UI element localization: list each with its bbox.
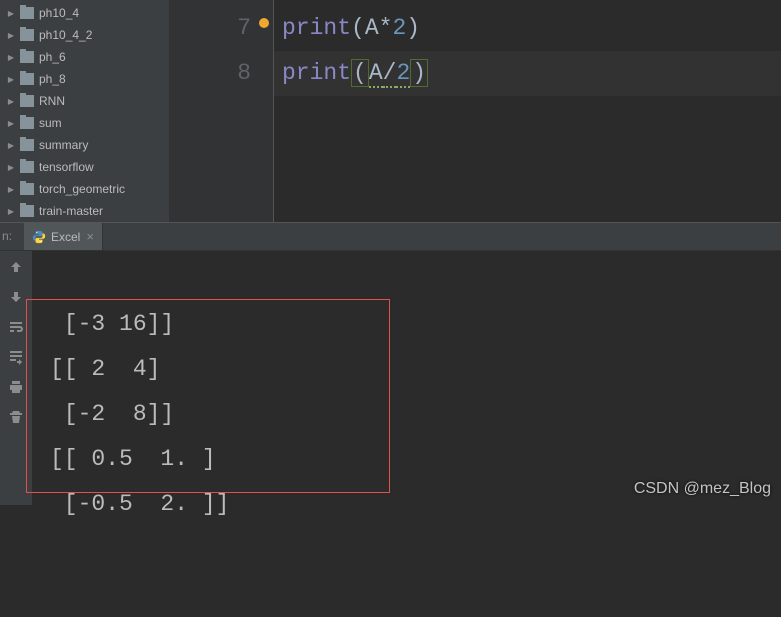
tree-item-label: torch_geometric — [39, 182, 125, 196]
scroll-to-end-icon[interactable] — [6, 347, 26, 367]
tree-item-label: summary — [39, 138, 88, 152]
tree-item[interactable]: ▶ summary — [0, 134, 169, 156]
tree-item-label: ph10_4 — [39, 6, 79, 20]
output-line: [[ 0.5 1. ] — [50, 446, 216, 472]
chevron-right-icon: ▶ — [6, 74, 16, 84]
tree-item-label: ph10_4_2 — [39, 28, 92, 42]
token-op: / — [383, 60, 397, 88]
tree-item-label: tensorflow — [39, 160, 94, 174]
tree-item-label: train-master — [39, 204, 103, 218]
tree-item-label: sum — [39, 116, 62, 130]
tree-item-label: ph_6 — [39, 50, 66, 64]
lightbulb-icon[interactable] — [259, 18, 269, 28]
console-toolbar — [0, 251, 32, 505]
code-editor[interactable]: 7 8 print(A*2) print(A/2) — [170, 0, 781, 222]
watermark: CSDN @mez_Blog — [634, 480, 771, 498]
output-line: [-2 8]] — [50, 401, 174, 427]
tree-item[interactable]: ▶ sum — [0, 112, 169, 134]
folder-icon — [20, 73, 34, 85]
line-number: 8 — [237, 60, 251, 86]
tree-item[interactable]: ▶ ph10_4 — [0, 2, 169, 24]
token-var: A — [369, 60, 383, 88]
folder-icon — [20, 183, 34, 195]
token-num: 2 — [396, 60, 410, 88]
output-line: [-3 16]] — [50, 311, 174, 337]
console-tab-label: Excel — [51, 230, 80, 244]
tree-item[interactable]: ▶ train-master — [0, 200, 169, 222]
tree-item-label: ph_8 — [39, 72, 66, 86]
chevron-right-icon: ▶ — [6, 162, 16, 172]
folder-icon — [20, 161, 34, 173]
chevron-right-icon: ▶ — [6, 8, 16, 18]
token-paren: ( — [351, 59, 369, 87]
folder-icon — [20, 117, 34, 129]
close-icon[interactable]: × — [86, 229, 94, 244]
folder-icon — [20, 7, 34, 19]
folder-icon — [20, 205, 34, 217]
chevron-right-icon: ▶ — [6, 96, 16, 106]
console-tabs: Excel × — [0, 223, 781, 251]
python-icon — [32, 230, 46, 244]
tree-item[interactable]: ▶ ph_8 — [0, 68, 169, 90]
token-paren: ( — [351, 15, 365, 41]
tree-item[interactable]: ▶ torch_geometric — [0, 178, 169, 200]
chevron-right-icon: ▶ — [6, 118, 16, 128]
output-line: [-0.5 2. ]] — [50, 491, 229, 517]
chevron-right-icon: ▶ — [6, 184, 16, 194]
chevron-right-icon: ▶ — [6, 52, 16, 62]
folder-icon — [20, 139, 34, 151]
run-tool-window: n: Excel × [-3 16]] [[ 2 4] [-2 8]] [[ 0… — [0, 222, 781, 504]
token-paren: ) — [406, 15, 420, 41]
console-output[interactable]: [-3 16]] [[ 2 4] [-2 8]] [[ 0.5 1. ] [-0… — [32, 251, 781, 505]
tree-item[interactable]: ▶ RNN — [0, 90, 169, 112]
tree-item[interactable]: ▶ tensorflow — [0, 156, 169, 178]
up-arrow-icon[interactable] — [6, 257, 26, 277]
output-line: [[ 2 4] — [50, 356, 160, 382]
console-tab[interactable]: Excel × — [24, 223, 103, 250]
soft-wrap-icon[interactable] — [6, 317, 26, 337]
folder-icon — [20, 95, 34, 107]
code-area[interactable]: print(A*2) print(A/2) — [274, 0, 781, 222]
run-label: n: — [2, 229, 12, 243]
chevron-right-icon: ▶ — [6, 206, 16, 216]
token-function: print — [282, 60, 351, 86]
token-num: 2 — [392, 15, 406, 41]
trash-icon[interactable] — [6, 407, 26, 427]
code-line[interactable]: print(A*2) — [274, 6, 781, 51]
down-arrow-icon[interactable] — [6, 287, 26, 307]
line-gutter: 7 8 — [170, 0, 274, 222]
token-var: A — [365, 15, 379, 41]
chevron-right-icon: ▶ — [6, 30, 16, 40]
token-function: print — [282, 15, 351, 41]
code-line[interactable]: print(A/2) — [274, 51, 781, 96]
print-icon[interactable] — [6, 377, 26, 397]
line-number: 7 — [237, 15, 251, 41]
tree-item[interactable]: ▶ ph10_4_2 — [0, 24, 169, 46]
folder-icon — [20, 29, 34, 41]
chevron-right-icon: ▶ — [6, 140, 16, 150]
token-op: * — [379, 15, 393, 41]
project-tree[interactable]: ▶ph10_4 ▶ph10_4_2 ▶ph_6 ▶ph_8 ▶RNN ▶sum … — [0, 0, 170, 222]
tree-item[interactable]: ▶ ph_6 — [0, 46, 169, 68]
token-paren: ) — [410, 59, 428, 87]
tree-item-label: RNN — [39, 94, 65, 108]
folder-icon — [20, 51, 34, 63]
